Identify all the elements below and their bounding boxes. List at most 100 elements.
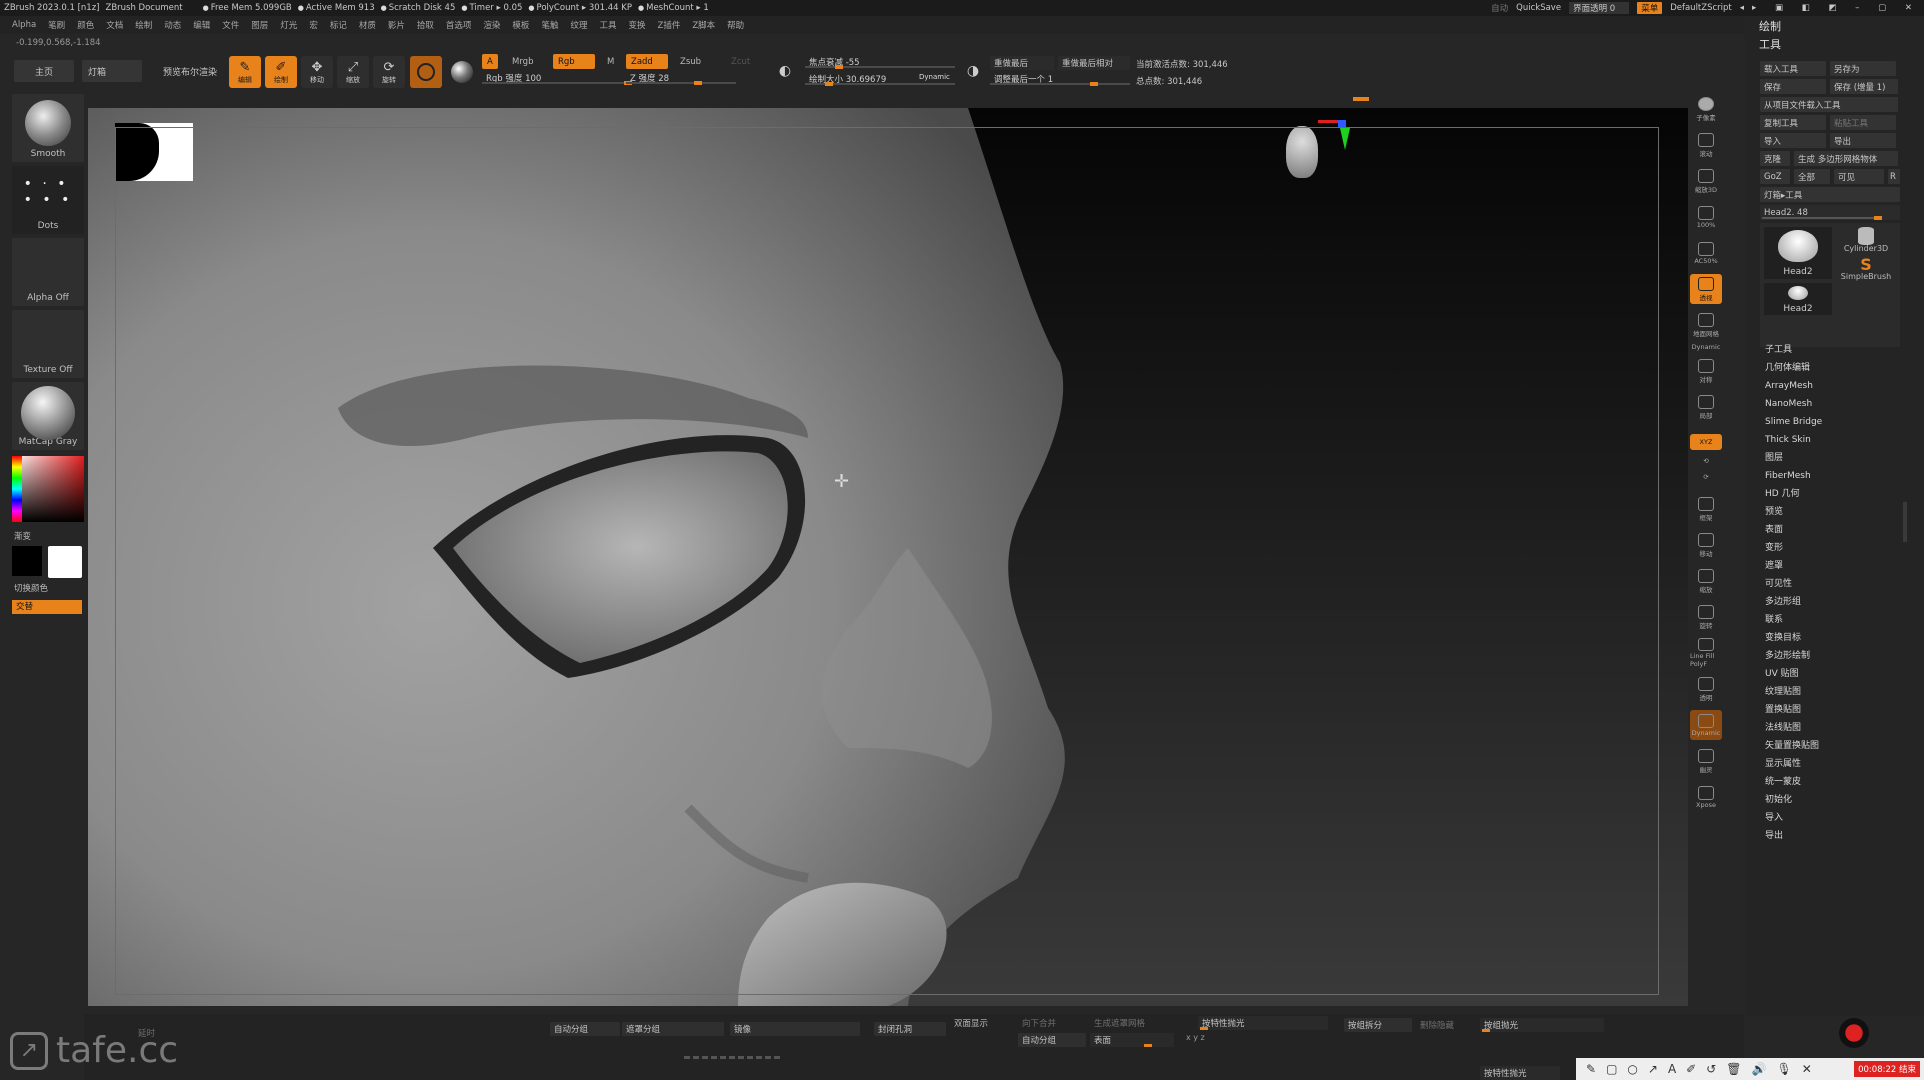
menu-color[interactable]: 颜色 (77, 19, 94, 31)
subpalette-texture-map[interactable]: 纹理贴图 (1765, 683, 1822, 701)
subpalette-export[interactable]: 导出 (1765, 827, 1822, 845)
subpalette-slime-bridge[interactable]: Slime Bridge (1765, 413, 1822, 431)
secondary-color-swatch[interactable] (12, 546, 42, 576)
dynamic-toggle[interactable]: Dynamic (919, 73, 950, 81)
load-tool-button[interactable]: 载入工具 (1760, 61, 1826, 76)
menu-help[interactable]: 帮助 (727, 19, 744, 31)
menu-material[interactable]: 材质 (359, 19, 376, 31)
slider-knob[interactable] (1874, 216, 1882, 220)
save-button[interactable]: 保存 (1760, 79, 1826, 94)
zcut-toggle[interactable]: Zcut (726, 54, 755, 69)
menu-layer[interactable]: 图层 (251, 19, 268, 31)
scale-view-button[interactable]: 缩放 (1690, 566, 1722, 596)
transparency-button[interactable]: 透明 (1690, 674, 1722, 704)
subpalette-displacement-map[interactable]: 置换贴图 (1765, 701, 1822, 719)
menu-stencil[interactable]: 模板 (512, 19, 529, 31)
import-button[interactable]: 导入 (1760, 133, 1826, 148)
close-holes-button[interactable]: 封闭孔洞 (874, 1022, 946, 1036)
orientation-gizmo[interactable] (1282, 120, 1352, 190)
rgb-toggle[interactable]: Rgb (553, 54, 595, 69)
scroll-button[interactable]: 滚动 (1690, 130, 1722, 160)
speaker-icon[interactable]: 🔊 (1752, 1062, 1767, 1076)
perspective-button[interactable]: 透视 (1690, 274, 1722, 304)
menus-button[interactable]: 菜单 (1637, 2, 1663, 14)
lightbox-tools-button[interactable]: 灯箱▸工具 (1760, 187, 1900, 202)
subpixel-button[interactable]: 子像素 (1690, 94, 1722, 124)
mask-group-button[interactable]: 遮罩分组 (622, 1022, 724, 1036)
default-zscript[interactable]: DefaultZScript (1670, 3, 1732, 13)
home-button[interactable]: 主页 (14, 60, 74, 82)
menu-transform[interactable]: 变换 (628, 19, 645, 31)
split-groups-button[interactable]: 按组拆分 (1344, 1018, 1412, 1032)
menu-preferences[interactable]: 首选项 (446, 19, 472, 31)
replay-last-button[interactable]: 重做最后 (990, 56, 1054, 70)
subpalette-uv-map[interactable]: UV 贴图 (1765, 665, 1822, 683)
menu-light[interactable]: 灯光 (280, 19, 297, 31)
subpalette-polygroups[interactable]: 多边形组 (1765, 593, 1822, 611)
local-button[interactable]: 局部 (1690, 392, 1722, 422)
m-toggle[interactable]: M (602, 54, 619, 69)
load-from-project-button[interactable]: 从项目文件载入工具 (1760, 97, 1898, 112)
menu-document[interactable]: 文档 (106, 19, 123, 31)
frame-button[interactable]: 框架 (1690, 494, 1722, 524)
menu-draw[interactable]: 绘制 (135, 19, 152, 31)
save-increment-button[interactable]: 保存 (增量 1) (1830, 79, 1898, 94)
menu-edit[interactable]: 编辑 (193, 19, 210, 31)
close-icon[interactable]: ✕ (1802, 1062, 1812, 1076)
subpalette-layers[interactable]: 图层 (1765, 449, 1822, 467)
subpalette-import[interactable]: 导入 (1765, 809, 1822, 827)
subpalette-subtool[interactable]: 子工具 (1765, 341, 1822, 359)
menu-movie[interactable]: 影片 (388, 19, 405, 31)
tool-head2-small[interactable]: Head2 (1764, 283, 1832, 315)
half-size-button[interactable]: AC50% (1690, 238, 1722, 268)
menu-stroke[interactable]: 笔触 (541, 19, 558, 31)
slider-knob[interactable] (1090, 82, 1098, 86)
copy-tool-button[interactable]: 复制工具 (1760, 115, 1826, 130)
subpalette-polypaint[interactable]: 多边形绘制 (1765, 647, 1822, 665)
make-polymesh-button[interactable]: 生成 多边形网格物体 (1794, 151, 1898, 166)
rotate-view-button[interactable]: 旋转 (1690, 602, 1722, 632)
rotate-z-icon[interactable]: ⟳ (1690, 470, 1722, 484)
subpalette-nanomesh[interactable]: NanoMesh (1765, 395, 1822, 413)
material-slot[interactable]: MatCap Gray (12, 382, 84, 450)
undo-icon[interactable]: ↺ (1706, 1062, 1716, 1076)
focal-shift-slider[interactable]: 焦点衰减 -55 (805, 56, 955, 69)
transparency-slider[interactable]: 界面透明 0 (1569, 2, 1630, 14)
menu-brush[interactable]: 笔刷 (48, 19, 65, 31)
panel-scrollbar[interactable] (1903, 502, 1907, 542)
subpalette-fibermesh[interactable]: FiberMesh (1765, 467, 1822, 485)
slider-knob[interactable] (1144, 1044, 1152, 1047)
tool-cylinder3d[interactable]: Cylinder3D (1836, 227, 1896, 253)
brush-slot[interactable]: Smooth (12, 94, 84, 162)
polish-groups-slider[interactable]: 按组抛光 (1480, 1018, 1604, 1032)
draw-button[interactable]: ✐ 绘制 (265, 56, 297, 88)
goz-r-button[interactable]: R (1888, 169, 1900, 184)
menu-tool[interactable]: 工具 (599, 19, 616, 31)
delete-hidden-button[interactable]: 删除隐藏 (1416, 1018, 1472, 1032)
switch-color-button[interactable]: 切换颜色 (14, 582, 48, 594)
subpalette-vector-displacement[interactable]: 矢量置换贴图 (1765, 737, 1822, 755)
texture-slot[interactable]: Texture Off (12, 310, 84, 378)
zadd-toggle[interactable]: Zadd (626, 54, 668, 69)
zsub-toggle[interactable]: Zsub (675, 54, 706, 69)
menu-alpha[interactable]: Alpha (12, 20, 36, 30)
slider-knob[interactable] (825, 82, 833, 86)
record-button[interactable] (1839, 1018, 1869, 1048)
subpalette-normal-map[interactable]: 法线贴图 (1765, 719, 1822, 737)
xpose-button[interactable]: Xpose (1690, 782, 1722, 812)
hue-strip[interactable] (12, 456, 22, 522)
menu-zplugin[interactable]: Z插件 (658, 19, 681, 31)
circle-icon[interactable]: ○ (1627, 1062, 1637, 1076)
menu-picker[interactable]: 拾取 (417, 19, 434, 31)
rectangle-icon[interactable]: ▢ (1606, 1062, 1617, 1076)
alternate-button[interactable]: 交替 (12, 600, 82, 614)
tool-simplebrush[interactable]: S SimpleBrush (1836, 255, 1896, 281)
subpalette-deformation[interactable]: 变形 (1765, 539, 1822, 557)
subpalette-unified-skin[interactable]: 统一蒙皮 (1765, 773, 1822, 791)
goz-button[interactable]: GoZ (1760, 169, 1790, 184)
gen-mask-mesh-button[interactable]: 生成遮罩网格 (1090, 1016, 1174, 1030)
canvas-viewport[interactable]: ✛ (88, 108, 1688, 1006)
subpalette-morph-target[interactable]: 变换目标 (1765, 629, 1822, 647)
subpalette-surface[interactable]: 表面 (1765, 521, 1822, 539)
d-icon[interactable]: ◑ (962, 58, 984, 84)
